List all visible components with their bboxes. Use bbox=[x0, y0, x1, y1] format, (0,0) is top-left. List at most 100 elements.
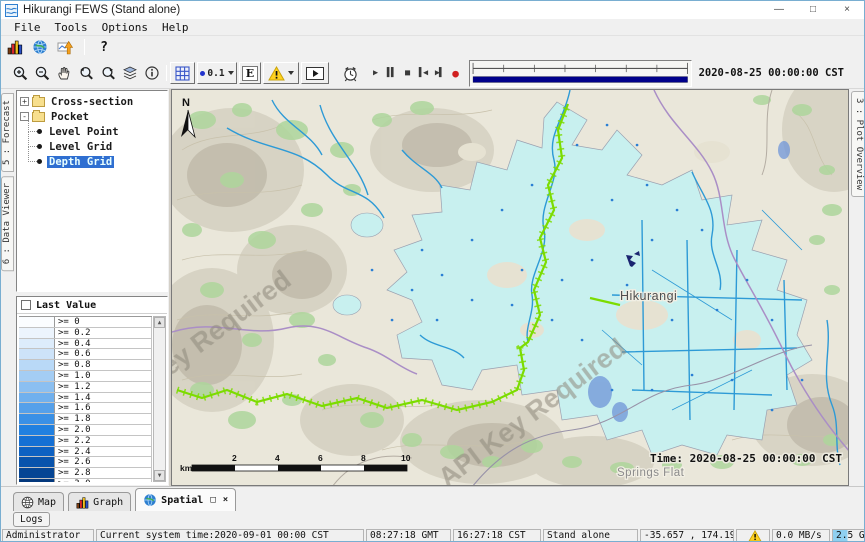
menu-item-help[interactable]: Help bbox=[155, 21, 196, 34]
legend-swatch bbox=[19, 457, 55, 467]
record-button[interactable]: ● bbox=[447, 62, 463, 84]
logs-button[interactable]: Logs bbox=[13, 512, 50, 527]
legend-scrollbar[interactable]: ▲ ▼ bbox=[153, 316, 166, 482]
legend-row[interactable]: >= 3.0 bbox=[19, 479, 152, 482]
info-icon[interactable] bbox=[141, 62, 163, 84]
scroll-up-icon[interactable]: ▲ bbox=[154, 317, 165, 328]
last-value-checkbox[interactable] bbox=[21, 300, 31, 310]
legend-list: >= 0>= 0.2>= 0.4>= 0.6>= 0.8>= 1.0>= 1.2… bbox=[19, 316, 152, 482]
legend-row[interactable]: >= 0.2 bbox=[19, 328, 152, 339]
tree-node-level-point[interactable]: Level Point bbox=[20, 124, 167, 139]
legend-value: >= 2.8 bbox=[55, 468, 152, 478]
tree-node-pocket[interactable]: - Pocket bbox=[20, 109, 167, 124]
contour-interval-select[interactable]: 0.1 bbox=[197, 62, 237, 84]
tab-label: Map bbox=[38, 497, 56, 508]
pan-hand-icon[interactable] bbox=[53, 62, 75, 84]
status-system-time-text: Current system time:2020-09-01 00:00 CST bbox=[100, 530, 329, 542]
tab-plot-overview[interactable]: 3 : Plot Overview bbox=[851, 91, 865, 197]
step-forward-button[interactable]: ▶▌ bbox=[431, 62, 447, 84]
minimize-button[interactable]: — bbox=[762, 1, 796, 19]
warning-icon bbox=[268, 66, 285, 81]
map-viewport[interactable]: API Key Required API Key Required N Hiku… bbox=[171, 89, 849, 486]
legend-row[interactable]: >= 0.8 bbox=[19, 360, 152, 371]
legend-swatch bbox=[19, 403, 55, 413]
map-toolbar: 0.1 E ▶ ▌▌ ■ ▌◀ ▶▌ ● 20 bbox=[1, 58, 864, 89]
legend-row[interactable]: >= 1.0 bbox=[19, 371, 152, 382]
legend-row[interactable]: >= 2.0 bbox=[19, 425, 152, 436]
time-settings-icon[interactable] bbox=[339, 62, 361, 84]
maximize-button[interactable]: □ bbox=[796, 1, 830, 19]
legend-row[interactable]: >= 1.2 bbox=[19, 382, 152, 393]
legend-row[interactable]: >= 1.6 bbox=[19, 403, 152, 414]
legend-swatch bbox=[19, 468, 55, 478]
zoom-previous-icon[interactable] bbox=[75, 62, 97, 84]
legend-value: >= 0 bbox=[55, 317, 152, 327]
close-button[interactable]: × bbox=[830, 1, 864, 19]
stop-button[interactable]: ■ bbox=[399, 62, 415, 84]
menu-item-options[interactable]: Options bbox=[95, 21, 155, 34]
import-data-icon[interactable] bbox=[56, 39, 74, 56]
tree-node-label: Pocket bbox=[49, 111, 91, 123]
legend-value: >= 1.8 bbox=[55, 414, 152, 424]
status-coordinates-text: -35.657 , 174.199 bbox=[644, 530, 734, 542]
status-bandwidth-text: 0.0 MB/s bbox=[776, 530, 822, 542]
legend-row[interactable]: >= 2.6 bbox=[19, 457, 152, 468]
expand-toggle[interactable]: + bbox=[20, 97, 29, 106]
legend-value: >= 2.2 bbox=[55, 436, 152, 446]
tab-spatial[interactable]: Spatial □ × bbox=[135, 488, 236, 511]
tab-maximize-icon[interactable]: □ bbox=[210, 495, 215, 505]
elevation-button[interactable]: E bbox=[239, 62, 261, 84]
chevron-down-icon bbox=[228, 71, 234, 75]
e-label: E bbox=[242, 66, 258, 81]
status-warning[interactable] bbox=[736, 529, 770, 542]
layers-icon[interactable] bbox=[119, 62, 141, 84]
timeline-slider[interactable] bbox=[469, 60, 692, 87]
tree-node-level-grid[interactable]: Level Grid bbox=[20, 139, 167, 154]
animation-button[interactable] bbox=[301, 62, 329, 84]
bottom-tab-bar: Map Graph Spatial □ × bbox=[1, 486, 864, 511]
legend-row[interactable]: >= 0.6 bbox=[19, 349, 152, 360]
data-explorer-icon[interactable] bbox=[6, 39, 24, 56]
tab-map[interactable]: Map bbox=[13, 492, 64, 511]
spatial-display-icon[interactable] bbox=[31, 39, 49, 56]
svg-text:6: 6 bbox=[318, 453, 323, 463]
tab-data-viewer[interactable]: 6 : Data Viewer bbox=[1, 176, 14, 271]
menu-item-file[interactable]: File bbox=[7, 21, 48, 34]
legend-swatch bbox=[19, 425, 55, 435]
map-canvas: API Key Required API Key Required N Hiku… bbox=[172, 90, 849, 486]
status-local-time-text: 16:27:18 CST bbox=[457, 530, 526, 542]
tab-graph[interactable]: Graph bbox=[68, 492, 131, 511]
play-button[interactable]: ▶ bbox=[367, 62, 383, 84]
legend-row[interactable]: >= 2.2 bbox=[19, 436, 152, 447]
legend-row[interactable]: >= 1.4 bbox=[19, 393, 152, 404]
warning-threshold-dropdown[interactable] bbox=[263, 62, 299, 84]
layer-tree: + Cross-section - Pocket Level Point Lev… bbox=[16, 90, 168, 292]
pause-button[interactable]: ▌▌ bbox=[383, 62, 399, 84]
tab-forecast[interactable]: 5 : Forecast bbox=[1, 93, 14, 172]
zoom-in-icon[interactable] bbox=[9, 62, 31, 84]
legend-swatch bbox=[19, 339, 55, 349]
timeline-ruler bbox=[470, 61, 691, 86]
help-button[interactable]: ? bbox=[95, 39, 113, 56]
legend-row[interactable]: >= 1.8 bbox=[19, 414, 152, 425]
legend-row[interactable]: >= 0.4 bbox=[19, 339, 152, 350]
scroll-down-icon[interactable]: ▼ bbox=[154, 470, 165, 481]
legend-panel: Last Value >= 0>= 0.2>= 0.4>= 0.6>= 0.8>… bbox=[16, 296, 168, 485]
zoom-next-icon[interactable] bbox=[97, 62, 119, 84]
chevron-down-icon bbox=[288, 71, 294, 75]
legend-row[interactable]: >= 0 bbox=[19, 317, 152, 328]
legend-swatch bbox=[19, 447, 55, 457]
legend-row[interactable]: >= 2.8 bbox=[19, 468, 152, 479]
grid-display-button[interactable] bbox=[170, 62, 195, 84]
step-back-button[interactable]: ▌◀ bbox=[415, 62, 431, 84]
legend-header: Last Value bbox=[17, 297, 167, 314]
toolbar-separator bbox=[166, 65, 167, 81]
tree-node-depth-grid[interactable]: Depth Grid bbox=[20, 154, 167, 169]
legend-row[interactable]: >= 2.4 bbox=[19, 447, 152, 458]
tab-close-icon[interactable]: × bbox=[223, 495, 228, 505]
zoom-out-icon[interactable] bbox=[31, 62, 53, 84]
window-title: Hikurangi FEWS (Stand alone) bbox=[23, 4, 180, 16]
menu-item-tools[interactable]: Tools bbox=[48, 21, 95, 34]
legend-value: >= 1.2 bbox=[55, 382, 152, 392]
tree-node-cross-section[interactable]: + Cross-section bbox=[20, 94, 167, 109]
